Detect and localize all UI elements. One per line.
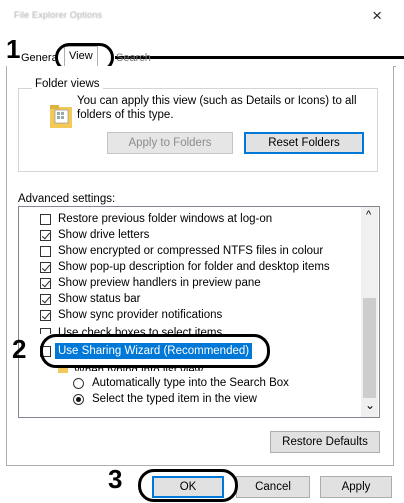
advanced-settings-label: Advanced settings: <box>18 193 116 205</box>
reset-folders-button[interactable]: Reset Folders <box>244 132 364 154</box>
show-drive-letters-checkbox[interactable] <box>40 230 51 241</box>
list-item[interactable]: Use check boxes to select items <box>58 325 222 334</box>
apply-button[interactable]: Apply <box>320 476 392 498</box>
callout-2-highlight-ring <box>40 334 270 368</box>
callout-number-2: 2 <box>12 334 27 364</box>
show-encrypted-files-checkbox[interactable] <box>40 246 51 257</box>
restore-defaults-button[interactable]: Restore Defaults <box>270 431 380 453</box>
show-preview-handlers-checkbox[interactable] <box>40 278 51 289</box>
list-item[interactable]: Select the typed item in the view <box>92 391 257 407</box>
select-typed-item-radio[interactable] <box>73 394 84 405</box>
tab-search[interactable]: Search <box>112 49 155 67</box>
list-item[interactable]: Automatically type into the Search Box <box>92 375 289 391</box>
show-sync-provider-checkbox[interactable] <box>40 310 51 321</box>
cancel-button[interactable]: Cancel <box>236 476 310 498</box>
list-item[interactable]: Show encrypted or compressed NTFS files … <box>58 243 323 259</box>
apply-to-folders-button[interactable]: Apply to Folders <box>107 132 233 154</box>
scrollbar-thumb[interactable] <box>363 298 376 398</box>
callout-number-3: 3 <box>108 464 123 494</box>
scroll-up-icon[interactable]: ^ <box>366 209 371 221</box>
list-item[interactable]: Show sync provider notifications <box>58 307 222 323</box>
list-item[interactable]: Show status bar <box>58 291 140 307</box>
callout-1-leader-line <box>115 56 404 59</box>
show-popup-description-checkbox[interactable] <box>40 262 51 273</box>
list-item[interactable]: Show drive letters <box>58 227 149 243</box>
list-item[interactable]: Show pop-up description for folder and d… <box>58 259 330 275</box>
restore-previous-folders-checkbox[interactable] <box>40 214 51 225</box>
close-icon[interactable]: × <box>372 6 382 26</box>
list-item[interactable]: Show preview handlers in preview pane <box>58 275 261 291</box>
auto-type-search-box-radio[interactable] <box>73 378 84 389</box>
use-check-boxes-checkbox[interactable] <box>40 328 51 334</box>
show-status-bar-checkbox[interactable] <box>40 294 51 305</box>
scroll-down-icon[interactable]: ⌄ <box>365 398 375 412</box>
list-item[interactable]: Restore previous folder windows at log-o… <box>58 211 272 227</box>
callout-3-highlight-ring <box>138 469 238 502</box>
window-title: File Explorer Options <box>14 10 103 20</box>
folder-view-icon <box>50 105 72 128</box>
folder-views-description: You can apply this view (such as Details… <box>77 95 357 121</box>
folder-views-title: Folder views <box>32 78 103 90</box>
